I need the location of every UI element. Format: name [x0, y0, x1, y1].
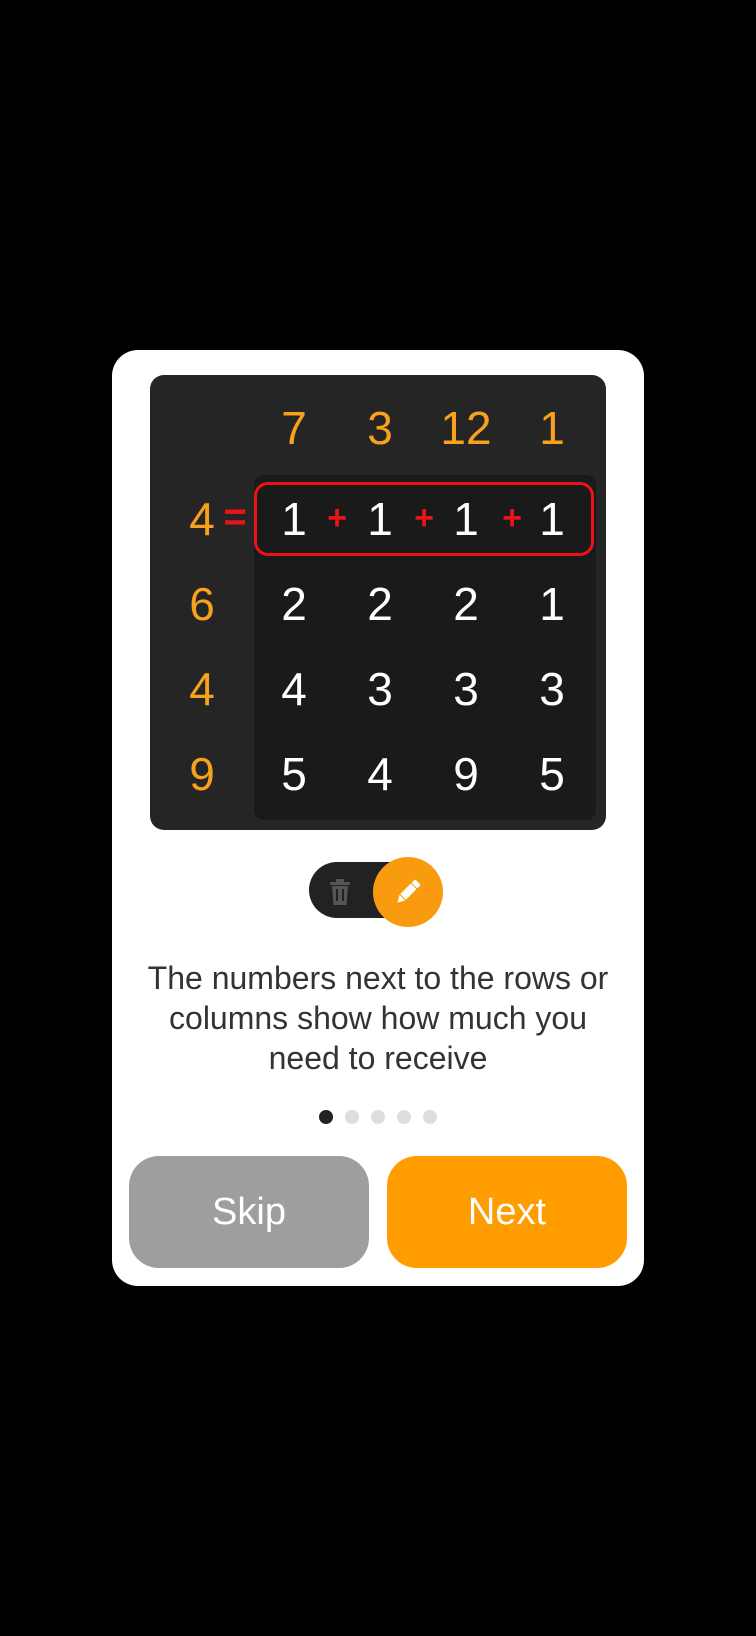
grid-cell[interactable]: 9 — [426, 744, 506, 804]
skip-button[interactable]: Skip — [129, 1156, 369, 1268]
mode-toggle[interactable] — [309, 857, 443, 927]
column-clue: 1 — [539, 402, 565, 454]
page-dot — [423, 1110, 437, 1124]
pencil-icon — [397, 879, 421, 903]
grid-cell[interactable]: 2 — [340, 574, 420, 634]
page-indicator — [112, 1110, 644, 1129]
grid-cell[interactable]: 1 — [512, 574, 592, 634]
tutorial-card: 7 3 12 1 4 = 6 4 9 1 + 1 + 1 + 1 2 2 2 1… — [112, 350, 644, 1286]
tutorial-description: The numbers next to the rows or columns … — [147, 960, 609, 1076]
page-dot — [397, 1110, 411, 1124]
column-clue: 7 — [281, 402, 307, 454]
grid-cell[interactable]: 2 — [254, 574, 334, 634]
page-dot-active — [319, 1110, 333, 1124]
grid-cell[interactable]: 3 — [512, 659, 592, 719]
grid-cell[interactable]: 5 — [254, 744, 334, 804]
row-clue: 4 — [189, 663, 215, 715]
grid-cell[interactable]: 4 — [254, 659, 334, 719]
grid-cell[interactable]: 1 — [512, 489, 592, 549]
grid-cell[interactable]: 4 — [340, 744, 420, 804]
page-dot — [345, 1110, 359, 1124]
column-clue: 3 — [367, 402, 393, 454]
grid-cell[interactable]: 5 — [512, 744, 592, 804]
equals-sign: = — [223, 495, 247, 539]
trash-icon[interactable] — [328, 878, 352, 906]
row-clue: 6 — [189, 578, 215, 630]
grid-cell[interactable]: 3 — [426, 659, 506, 719]
grid-cell[interactable]: 2 — [426, 574, 506, 634]
grid-cell[interactable]: 1 — [426, 489, 506, 549]
row-clue: 9 — [189, 748, 215, 800]
puzzle-board: 7 3 12 1 4 = 6 4 9 1 + 1 + 1 + 1 2 2 2 1… — [150, 375, 606, 830]
pencil-button[interactable] — [373, 857, 443, 927]
grid-cell[interactable]: 1 — [340, 489, 420, 549]
grid-cell[interactable]: 3 — [340, 659, 420, 719]
column-clue: 12 — [440, 402, 492, 454]
page-dot — [371, 1110, 385, 1124]
next-button[interactable]: Next — [387, 1156, 627, 1268]
